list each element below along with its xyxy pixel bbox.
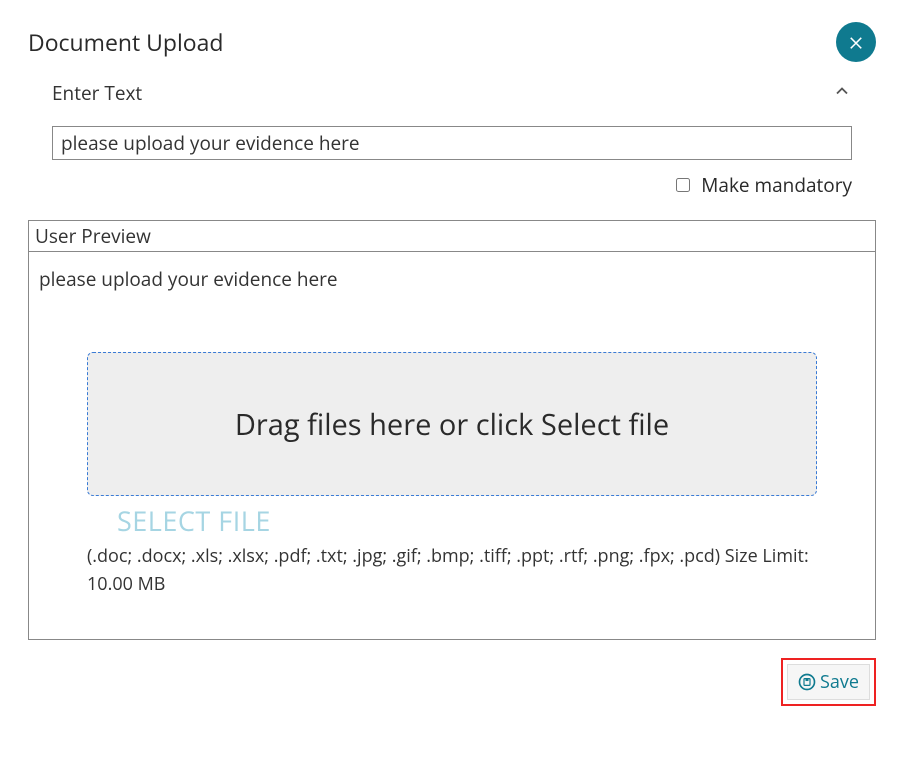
instruction-input[interactable] <box>52 126 852 160</box>
preview-panel: User Preview please upload your evidence… <box>28 220 876 640</box>
select-file-button[interactable]: SELECT FILE <box>117 502 865 539</box>
text-input-row <box>28 126 876 172</box>
chevron-up-icon <box>832 81 852 106</box>
save-button[interactable]: Save <box>787 664 870 700</box>
section-header[interactable]: Enter Text <box>28 80 876 126</box>
dropzone-text: Drag files here or click Select file <box>235 405 669 444</box>
section-title: Enter Text <box>52 80 142 106</box>
close-icon <box>847 33 865 51</box>
mandatory-label: Make mandatory <box>701 172 852 198</box>
preview-body: please upload your evidence here Drag fi… <box>29 252 875 639</box>
save-highlight: Save <box>781 658 876 706</box>
preview-header: User Preview <box>29 221 875 252</box>
file-dropzone[interactable]: Drag files here or click Select file <box>87 352 817 496</box>
save-label: Save <box>820 670 859 694</box>
close-button[interactable] <box>836 22 876 62</box>
filetypes-text: (.doc; .docx; .xls; .xlsx; .pdf; .txt; .… <box>87 543 817 599</box>
mandatory-row: Make mandatory <box>28 172 876 220</box>
preview-instruction: please upload your evidence here <box>39 266 865 292</box>
save-icon <box>798 673 816 691</box>
mandatory-checkbox[interactable] <box>676 178 690 192</box>
dialog-footer: Save <box>28 658 876 706</box>
dialog-header: Document Upload <box>28 22 876 62</box>
page-title: Document Upload <box>28 26 223 58</box>
